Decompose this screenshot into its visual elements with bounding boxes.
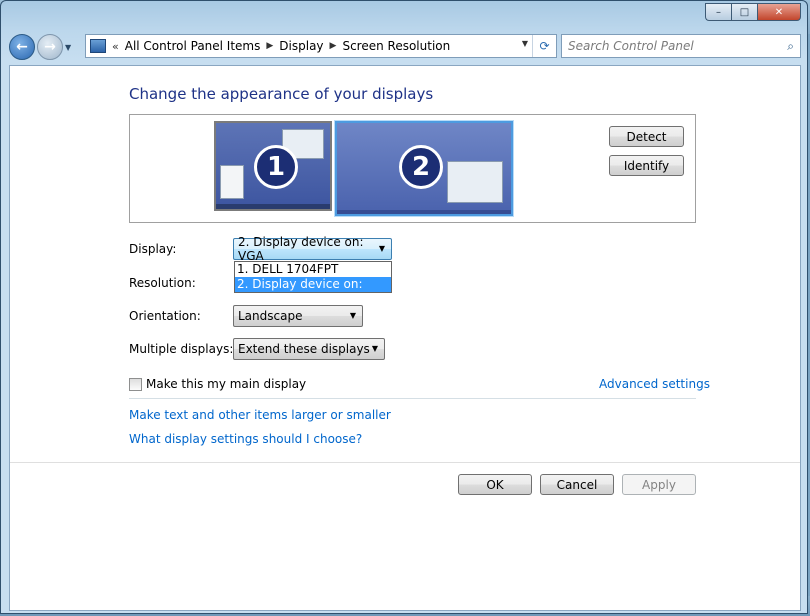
display-select[interactable]: 2. Display device on: VGA ▼: [233, 235, 392, 263]
identify-button[interactable]: Identify: [609, 155, 684, 176]
multiple-displays-label: Multiple displays:: [129, 342, 234, 356]
detect-button[interactable]: Detect: [609, 126, 684, 147]
control-panel-icon: [90, 39, 106, 53]
back-button[interactable]: ←: [9, 34, 35, 60]
apply-button[interactable]: Apply: [622, 474, 696, 495]
back-arrow-icon: ←: [16, 39, 28, 55]
monitor-preview-taskbar: [216, 204, 330, 209]
multiple-displays-select-value: Extend these displays: [238, 342, 370, 356]
breadcrumb-separator-icon[interactable]: ▶: [330, 41, 337, 51]
resolution-label: Resolution:: [129, 276, 196, 290]
text-size-link[interactable]: Make text and other items larger or smal…: [129, 408, 391, 422]
page-title: Change the appearance of your displays: [129, 85, 434, 103]
monitor-preview-window: [447, 161, 503, 203]
refresh-button[interactable]: ⟳: [532, 35, 556, 57]
main-display-checkbox[interactable]: [129, 377, 142, 391]
main-display-checkbox-row[interactable]: Make this my main display: [129, 377, 306, 391]
ok-button[interactable]: OK: [458, 474, 532, 495]
close-button[interactable]: ✕: [757, 3, 801, 21]
chevron-down-icon: ▼: [349, 311, 356, 320]
breadcrumb-display[interactable]: Display: [279, 39, 323, 53]
multiple-displays-select[interactable]: Extend these displays ▼: [233, 338, 385, 360]
display-label: Display:: [129, 242, 177, 256]
search-icon[interactable]: ⌕: [787, 39, 794, 54]
screen-resolution-window: – □ ✕ ← → ▼ « All Control Panel Items ▶ …: [0, 0, 808, 614]
breadcrumb-screen-resolution[interactable]: Screen Resolution: [342, 39, 450, 53]
chevron-down-icon: ▼: [378, 244, 385, 253]
monitor-2[interactable]: 2: [335, 121, 513, 216]
chevron-down-icon: ▼: [65, 42, 72, 52]
forward-arrow-icon: →: [44, 39, 56, 55]
caption-buttons: – □ ✕: [705, 3, 801, 21]
monitor-1[interactable]: 1: [214, 121, 332, 211]
main-display-checkbox-label[interactable]: Make this my main display: [146, 377, 306, 391]
content-panel: Change the appearance of your displays 1…: [9, 65, 801, 611]
address-bar[interactable]: « All Control Panel Items ▶ Display ▶ Sc…: [85, 34, 557, 58]
display-dropdown-list: 1. DELL 1704FPT 2. Display device on: VG…: [234, 261, 392, 306]
orientation-select-value: Landscape: [238, 309, 303, 323]
breadcrumb-separator-icon[interactable]: ▶: [266, 41, 273, 51]
minimize-button[interactable]: –: [705, 3, 731, 21]
navigation-bar: ← → ▼ « All Control Panel Items ▶ Displa…: [9, 32, 801, 62]
chevron-down-icon: ▼: [371, 344, 378, 353]
search-input[interactable]: [568, 39, 768, 53]
orientation-select[interactable]: Landscape ▼: [233, 305, 363, 327]
address-history-dropdown-icon[interactable]: ▼: [522, 39, 528, 48]
display-option-1[interactable]: 1. DELL 1704FPT: [235, 262, 391, 277]
cancel-button[interactable]: Cancel: [540, 474, 614, 495]
display-select-value: 2. Display device on: VGA: [238, 235, 364, 263]
display-option-2[interactable]: 2. Display device on: VGA: [235, 277, 391, 306]
breadcrumb-all-control-panel-items[interactable]: All Control Panel Items: [125, 39, 261, 53]
recent-pages-dropdown[interactable]: ▼: [65, 43, 75, 52]
monitor-number: 1: [254, 145, 298, 189]
maximize-button[interactable]: □: [731, 3, 757, 21]
monitor-preview-taskbar: [337, 210, 511, 214]
search-box[interactable]: ⌕: [561, 34, 801, 58]
refresh-icon: ⟳: [539, 39, 550, 53]
footer-divider: [10, 462, 800, 463]
display-help-link[interactable]: What display settings should I choose?: [129, 432, 362, 446]
advanced-settings-link[interactable]: Advanced settings: [599, 377, 710, 391]
double-chevron-icon[interactable]: «: [112, 40, 119, 53]
monitor-number: 2: [399, 145, 443, 189]
monitor-preview-window: [220, 165, 244, 199]
forward-button[interactable]: →: [37, 34, 63, 60]
orientation-label: Orientation:: [129, 309, 201, 323]
section-divider: [129, 398, 696, 399]
